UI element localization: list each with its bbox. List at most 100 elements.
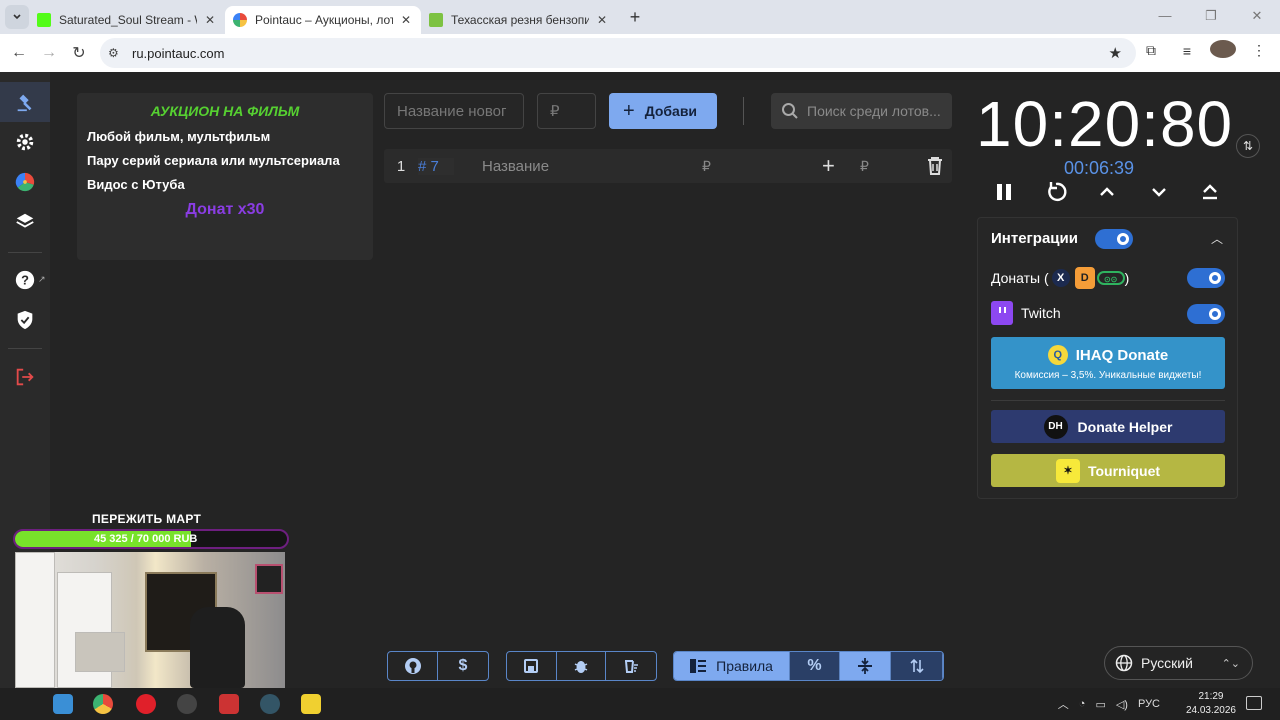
donate-helper-banner[interactable]: DH Donate Helper [991,410,1225,443]
taskbar-clock[interactable]: 21:29 24.03.2026 [1186,690,1236,718]
twitch-toggle[interactable] [1187,304,1225,324]
tourniquet-label: Tourniquet [1087,462,1161,479]
media-queue-icon[interactable]: ≡ [1174,43,1200,59]
donate-dollar-button[interactable]: $ [438,652,488,680]
tray-chevron-icon[interactable]: ︿ [1058,696,1069,712]
browser-tab-kick[interactable]: Saturated_Soul Stream - Watch ✕ [29,6,225,34]
new-lot-name-input[interactable]: Название новог [384,93,524,129]
plus-icon: + [623,99,635,122]
gavel-icon [17,94,32,112]
clear-all-button[interactable] [606,652,656,680]
maximize-icon[interactable]: ❐ [1188,0,1234,34]
lot-amount-input[interactable]: ₽ [702,158,711,175]
close-tab-icon[interactable]: ✕ [595,13,609,27]
swap-arrows-icon[interactable]: ⇅ [1236,134,1260,158]
app-icon[interactable] [219,694,239,714]
external-link-icon: ↗ [38,274,46,284]
compact-view-button[interactable] [839,652,892,680]
tab-title: Pointauc – Аукционы, лотереи [255,13,393,27]
ihaq-donate-banner[interactable]: Q IHAQ Donate Комиссия – 3,5%. Уникальны… [991,337,1225,389]
browser-tab-movie[interactable]: Техасская резня бензопилой ( ✕ [421,6,617,34]
close-window-icon[interactable]: ✕ [1234,0,1280,34]
search-placeholder: Поиск среди лотов... [807,103,941,119]
chrome-icon[interactable] [93,694,113,714]
tab-list-button[interactable] [5,5,29,29]
new-tab-button[interactable]: + [621,7,649,28]
close-tab-icon[interactable]: ✕ [399,13,413,27]
sidebar-item-auction[interactable] [0,82,50,122]
notifications-icon[interactable] [1246,696,1262,710]
sidebar-item-shield[interactable] [0,300,50,340]
app-icon[interactable] [260,694,280,714]
percent-button[interactable]: % [790,652,840,680]
donations-toggle[interactable] [1187,268,1225,288]
collapse-chevron-icon[interactable]: ︿ [1211,230,1223,247]
select-arrows-icon: ⌃⌄ [1221,657,1240,670]
back-arrow-icon[interactable]: ← [4,44,34,62]
obs-icon[interactable] [177,694,197,714]
sidebar-item-logout[interactable] [0,357,50,397]
rules-line: Пару серий сериала или мультсериала [87,153,340,168]
language-select[interactable]: Русский ⌃⌄ [1104,646,1253,680]
hd-favicon-icon [429,13,443,27]
lot-index: 1 [396,157,406,175]
input-language[interactable]: РУС [1138,698,1160,710]
battery-icon[interactable]: ▭ [1095,698,1105,711]
lot-extra-amount-input[interactable]: ₽ [860,158,869,175]
clock-date: 24.03.2026 [1185,705,1236,716]
promo-divider [991,400,1225,401]
double-increase-button[interactable] [1196,179,1224,205]
save-button[interactable] [507,652,557,680]
pause-button[interactable] [990,179,1018,205]
opera-icon[interactable] [136,694,156,714]
bug-icon [574,661,588,673]
tab-title: Техасская резня бензопилой ( [451,13,589,27]
tourniquet-logo-icon: ✶ [1055,458,1080,483]
tourniquet-banner[interactable]: ✶ Tourniquet [991,454,1225,487]
pause-icon [997,184,1011,200]
sidebar-item-settings[interactable] [0,122,50,162]
lot-search-input[interactable]: Поиск среди лотов... [771,93,952,129]
rules-button[interactable]: Правила [674,652,791,680]
reset-button[interactable] [1042,179,1070,205]
webcam-overlay [15,552,285,688]
sort-button[interactable] [891,652,943,680]
increase-time-button[interactable] [1093,179,1121,205]
profile-avatar[interactable] [1210,40,1236,61]
sidebar-item-wheel[interactable] [0,162,50,202]
goal-progress-text: 45 325 / 70 000 RUB [94,533,198,545]
extensions-icon[interactable]: ⧉ [1138,42,1164,59]
lot-add-amount-icon[interactable]: + [822,153,835,179]
bookmark-star-icon[interactable]: ★ [1109,44,1122,62]
pointauc-favicon-icon [233,13,247,27]
address-bar-row: ← → ↻ ⚙ ru.pointauc.com ★ ⧉ ≡ ⋮ [0,34,1280,72]
minimize-icon[interactable]: — [1142,0,1188,34]
sidebar-item-help[interactable]: ? ↗ [0,260,50,300]
trash-icon[interactable] [926,156,944,176]
sidebar-item-layers[interactable] [0,202,50,242]
menu-dots-icon[interactable]: ⋮ [1246,42,1272,59]
new-lot-amount-input[interactable]: ₽ [537,93,596,129]
tab-title: Saturated_Soul Stream - Watch [59,13,197,27]
close-tab-icon[interactable]: ✕ [203,13,217,27]
vertical-align-center-icon [858,658,873,674]
browser-tab-bar: Saturated_Soul Stream - Watch ✕ Pointauc… [0,0,1280,34]
integrations-toggle[interactable] [1095,229,1133,249]
reload-icon[interactable]: ↻ [64,43,94,63]
site-info-icon[interactable]: ⚙ [108,46,128,60]
url-bar[interactable]: ⚙ ru.pointauc.com ★ [100,38,1136,68]
volume-icon[interactable]: ◁) [1116,698,1128,711]
github-button[interactable] [388,652,439,680]
lot-name-input[interactable]: Название [482,158,702,175]
chevron-down-icon [13,14,21,20]
app-icon[interactable] [301,694,321,714]
language-value: Русский [1141,655,1193,671]
bug-report-button[interactable] [557,652,607,680]
twitch-row: Twitch [991,301,1061,325]
wifi-icon[interactable]: ◔ [1079,698,1086,710]
forward-arrow-icon[interactable]: → [34,44,64,62]
browser-tab-pointauc[interactable]: Pointauc – Аукционы, лотереи ✕ [225,6,421,34]
add-lot-button[interactable]: + Добави [609,93,717,129]
explorer-icon[interactable] [53,694,73,714]
decrease-time-button[interactable] [1145,179,1173,205]
